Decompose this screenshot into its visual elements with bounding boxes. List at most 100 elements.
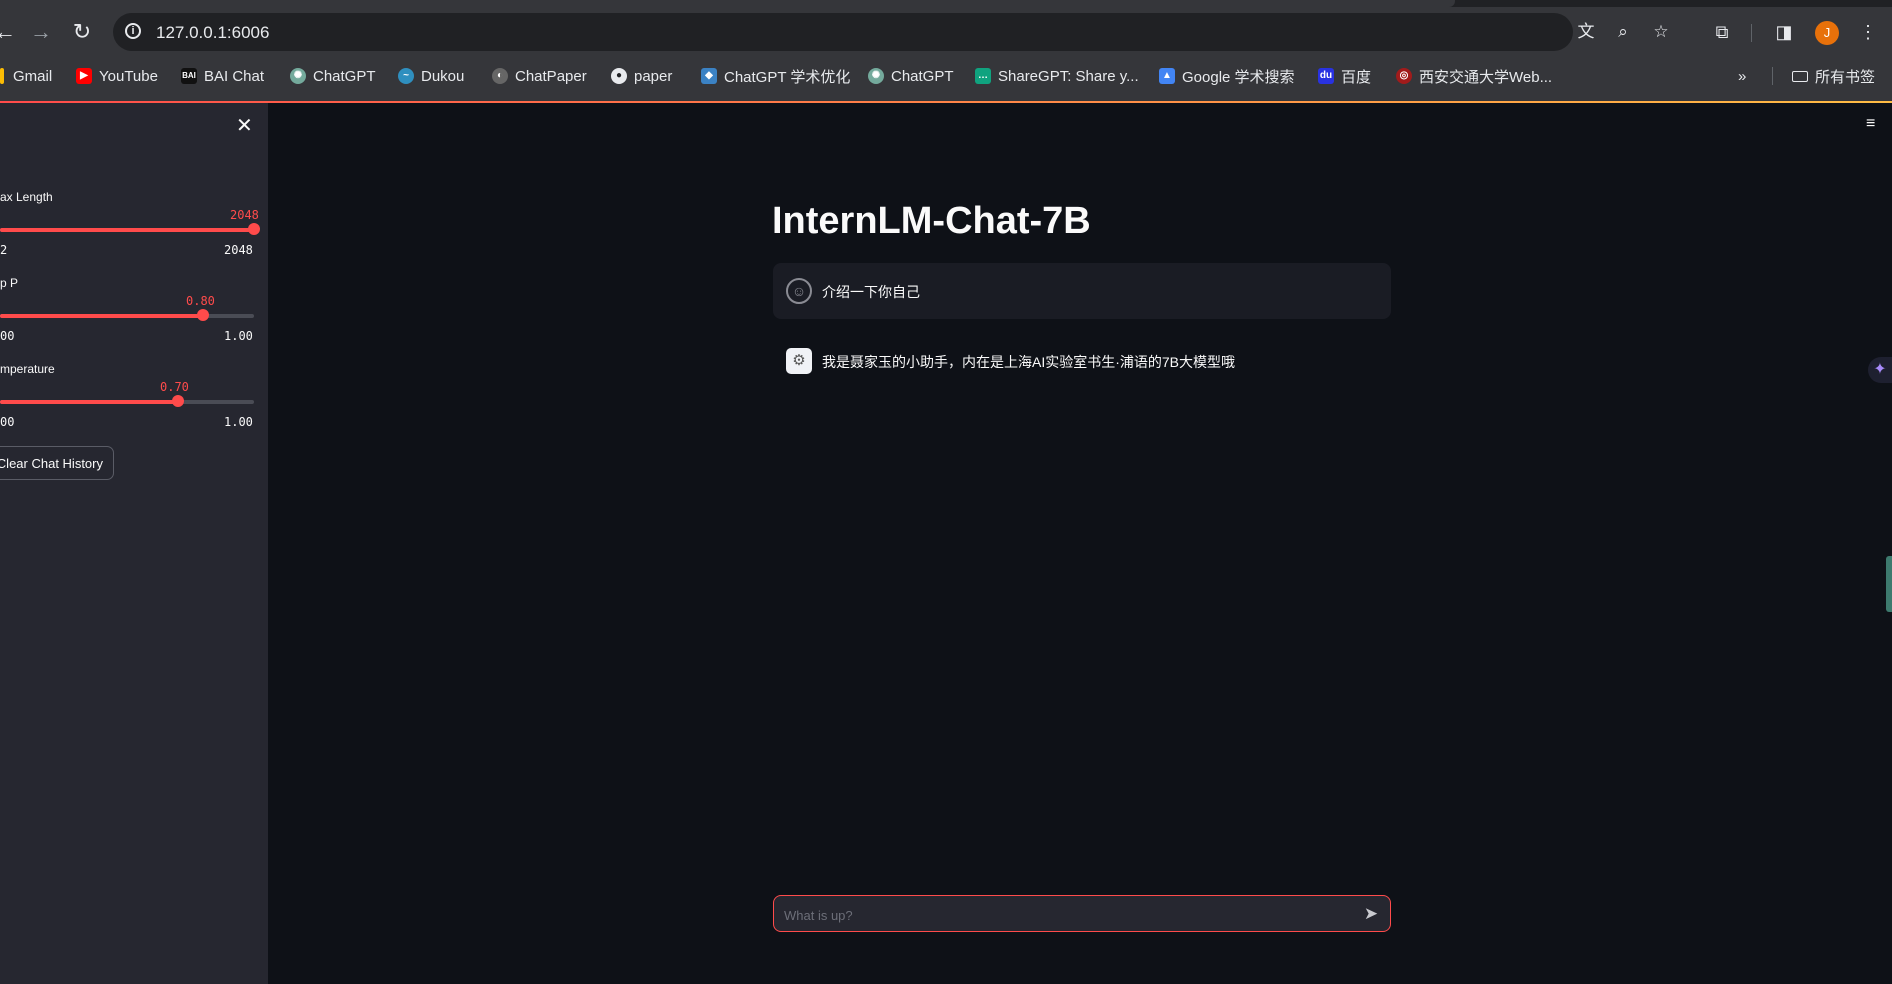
bookmark-item[interactable]: du 百度: [1318, 62, 1371, 90]
bookmark-item[interactable]: ▶ YouTube: [76, 62, 158, 90]
bookmark-item[interactable]: ✺ ChatGPT: [868, 62, 954, 90]
slider-value-max-length: 2048: [230, 208, 259, 222]
menu-kebab-icon[interactable]: ⋮: [1856, 20, 1880, 44]
bookmark-star-icon[interactable]: ☆: [1650, 21, 1672, 43]
slider-thumb[interactable]: [197, 309, 210, 321]
bookmark-label: paper: [634, 67, 673, 85]
reload-icon[interactable]: ↻: [69, 19, 95, 45]
back-icon[interactable]: ←: [0, 19, 18, 45]
slider-max-length[interactable]: [0, 223, 260, 235]
message-text: 介绍一下你自己: [822, 284, 920, 300]
bookmark-label: 百度: [1341, 68, 1372, 86]
chat-message-user: ☺ 介绍一下你自己: [773, 263, 1391, 319]
baidu-icon: du: [1318, 68, 1334, 84]
bookmark-item[interactable]: ◐ ChatPaper: [492, 62, 587, 90]
browser-chrome: ← → ↻ i 127.0.0.1:6006 文 ⌕ ☆ ⧉ ◨ J ⋮ Gma…: [0, 0, 1892, 102]
active-tab[interactable]: [0, 0, 1455, 7]
bookmarks-bar: Gmail ▶ YouTube BAI BAI Chat ✺ ChatGPT ~ Duk…: [0, 62, 1892, 90]
baichat-icon: BAI: [181, 68, 197, 84]
slider-min-top-p: 00: [0, 329, 15, 343]
sparkle-extension-icon[interactable]: ✦: [1868, 357, 1892, 383]
chatgpt-icon: ✺: [868, 68, 884, 84]
extensions-icon[interactable]: ⧉: [1710, 20, 1734, 44]
chat-message-assistant: ⚙ 我是聂家玉的小助手，内在是上海AI实验室书生·浦语的7B大模型哦: [773, 333, 1391, 389]
profile-avatar[interactable]: J: [1815, 21, 1839, 45]
site-info-icon[interactable]: i: [125, 23, 141, 39]
slider-max-temperature: 1.00: [224, 415, 253, 429]
address-bar[interactable]: i 127.0.0.1:6006 文 ⌕ ☆: [113, 13, 1669, 51]
bookmark-label: Dukou: [421, 67, 465, 85]
bookmark-item[interactable]: ◎ 西安交通大学Web...: [1396, 62, 1552, 90]
academic-icon: ◆: [701, 68, 717, 84]
bookmark-item[interactable]: ● paper: [611, 62, 672, 90]
sidebar: ✕ ax Length 2048 2 2048 p P 0.80 00 1.00…: [0, 103, 268, 984]
github-icon: ●: [611, 68, 627, 84]
bookmark-label: 西安交通大学Web...: [1419, 68, 1553, 86]
slider-min-max-length: 2: [0, 243, 8, 257]
slider-value-temperature: 0.70: [160, 380, 189, 394]
bookmark-label: YouTube: [99, 67, 158, 85]
chat-input[interactable]: [782, 904, 1346, 926]
bookmarks-folder-label: 所有书签: [1815, 68, 1876, 86]
more-bookmarks-icon[interactable]: »: [1738, 62, 1746, 90]
send-icon[interactable]: ➤: [1360, 903, 1382, 925]
main-menu-icon[interactable]: ≡: [1866, 115, 1875, 133]
user-avatar-icon: ☺: [786, 278, 812, 304]
folder-icon: [1792, 70, 1808, 82]
bookmark-item[interactable]: … ShareGPT: Share y...: [975, 62, 1139, 90]
chatpaper-icon: ◐: [492, 68, 508, 84]
bookmark-label: BAI Chat: [204, 67, 265, 85]
bookmark-item[interactable]: BAI BAI Chat: [181, 62, 264, 90]
slider-min-temperature: 00: [0, 415, 15, 429]
chat-input-box[interactable]: ➤: [773, 895, 1391, 932]
slider-thumb[interactable]: [248, 223, 260, 235]
xjtu-icon: ◎: [1396, 68, 1412, 84]
browser-toolbar: ← → ↻ i 127.0.0.1:6006 文 ⌕ ☆ ⧉ ◨ J ⋮: [0, 7, 1892, 57]
close-sidebar-icon[interactable]: ✕: [236, 113, 253, 138]
slider-label-max-length: ax Length: [0, 190, 53, 204]
slider-value-top-p: 0.80: [186, 294, 215, 308]
slider-max-top-p: 1.00: [224, 329, 253, 343]
bookmark-item[interactable]: Gmail: [0, 62, 52, 90]
url-text[interactable]: 127.0.0.1:6006: [156, 23, 269, 43]
bookmark-item[interactable]: ✺ ChatGPT: [290, 62, 376, 90]
bookmark-label: ChatGPT 学术优化: [724, 68, 851, 86]
bookmark-label: ChatPaper: [515, 67, 587, 85]
slider-label-top-p: p P: [0, 276, 19, 290]
sharegpt-icon: …: [975, 68, 991, 84]
gmail-icon: [0, 68, 4, 84]
toolbar-divider: [1751, 24, 1752, 42]
side-extension-handle[interactable]: [1886, 556, 1892, 612]
assistant-avatar-icon: ⚙: [786, 348, 812, 374]
bookmarks-folder[interactable]: 所有书签: [1792, 62, 1875, 90]
dukou-icon: ~: [398, 68, 414, 84]
chatgpt-icon: ✺: [290, 68, 306, 84]
bookmark-item[interactable]: ~ Dukou: [398, 62, 464, 90]
bookmark-label: Gmail: [13, 67, 53, 85]
bookmarks-divider: [1772, 67, 1773, 85]
bookmark-label: ShareGPT: Share y...: [998, 67, 1139, 85]
message-text: 我是聂家玉的小助手，内在是上海AI实验室书生·浦语的7B大模型哦: [822, 354, 1236, 370]
bookmark-label: Google 学术搜索: [1182, 68, 1295, 86]
slider-top-p[interactable]: [0, 309, 254, 321]
bookmark-item[interactable]: ◆ ChatGPT 学术优化: [701, 62, 850, 90]
clear-chat-history-button[interactable]: Clear Chat History: [0, 446, 114, 480]
app-top-decoration: [0, 101, 1892, 103]
bookmark-label: ChatGPT: [891, 67, 954, 85]
slider-fill: [0, 314, 204, 318]
youtube-icon: ▶: [76, 68, 92, 84]
slider-temperature[interactable]: [0, 395, 254, 407]
forward-icon[interactable]: →: [28, 19, 54, 45]
bookmark-item[interactable]: ▲ Google 学术搜索: [1159, 62, 1295, 90]
slider-label-temperature: mperature: [0, 362, 55, 376]
tab-strip: [0, 0, 1892, 7]
slider-fill: [0, 228, 254, 232]
slider-max-max-length: 2048: [224, 243, 253, 257]
zoom-icon[interactable]: ⌕: [1612, 21, 1634, 43]
translate-icon[interactable]: 文: [1575, 21, 1597, 43]
slider-fill: [0, 400, 178, 404]
bookmark-label: ChatGPT: [313, 67, 376, 85]
slider-thumb[interactable]: [171, 395, 184, 407]
scholar-icon: ▲: [1159, 68, 1175, 84]
side-panel-icon[interactable]: ◨: [1772, 20, 1796, 44]
